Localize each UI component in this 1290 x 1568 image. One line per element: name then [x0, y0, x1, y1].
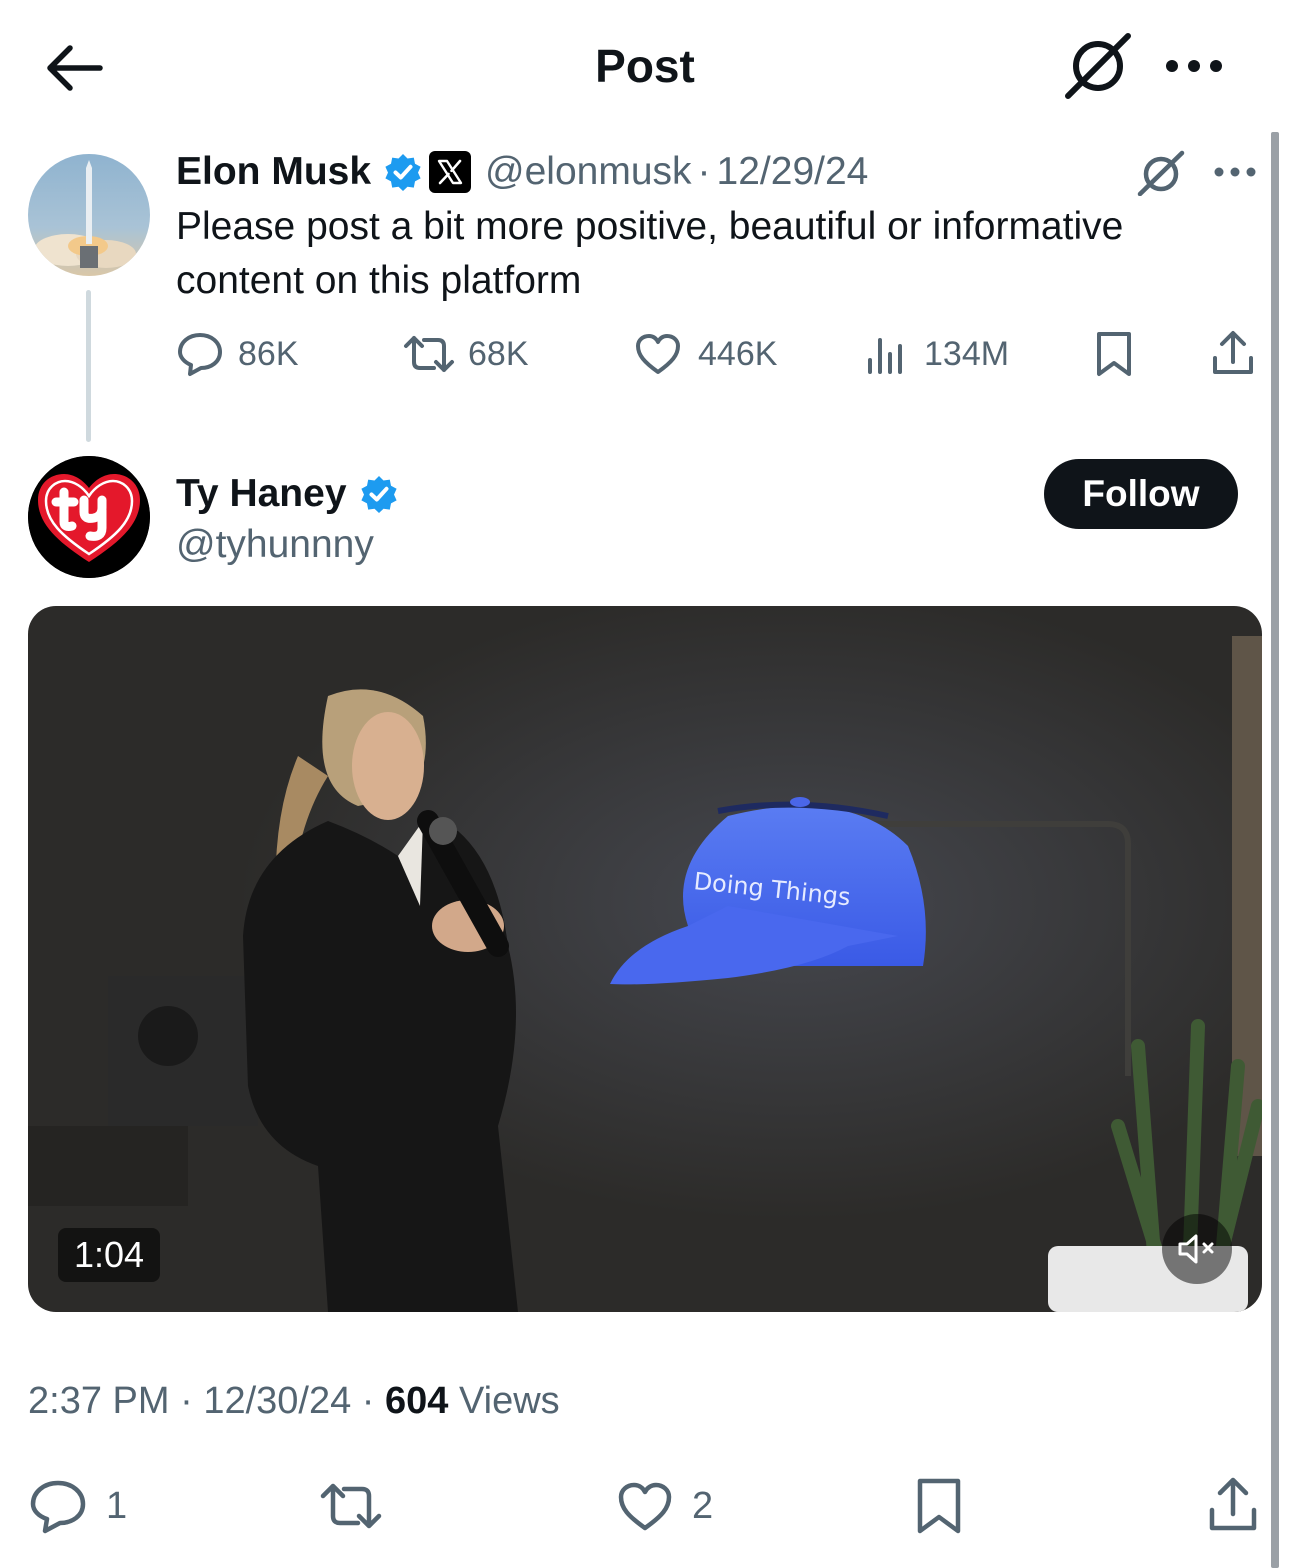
author-handle[interactable]: @tyhunnny [176, 520, 374, 570]
like-count: 2 [692, 1484, 714, 1527]
grok-icon [1137, 150, 1185, 196]
repost-count: 68K [468, 334, 529, 373]
follow-button[interactable]: Follow [1044, 459, 1238, 529]
post-time[interactable]: 2:37 PM [28, 1380, 170, 1422]
analytics-icon [868, 338, 902, 374]
repost-action[interactable] [318, 1480, 384, 1532]
share-icon [1213, 331, 1253, 374]
author-name[interactable]: Ty Haney [176, 472, 347, 516]
more-options-button[interactable] [1160, 44, 1228, 88]
verified-badge-icon [383, 152, 423, 192]
repost-action[interactable]: 68K [402, 330, 529, 378]
post-date[interactable]: 12/30/24 [203, 1380, 351, 1422]
share-button[interactable] [1210, 328, 1256, 378]
volume-muted-icon [1178, 1234, 1214, 1264]
like-action[interactable]: 446K [634, 330, 777, 378]
video-frame-image: Doing Things [28, 606, 1262, 1312]
verified-badge-icon [359, 474, 399, 514]
reply-count: 86K [238, 334, 299, 373]
separator-dot: · [697, 150, 711, 193]
more-horizontal-icon [1214, 167, 1256, 177]
bookmark-icon [917, 1478, 961, 1534]
share-icon [1209, 1477, 1257, 1531]
share-button[interactable] [1206, 1474, 1260, 1534]
avatar-ty-haney[interactable] [28, 456, 150, 578]
ty-heart-logo-avatar-image [28, 456, 150, 578]
author-name[interactable]: Elon Musk [176, 150, 371, 194]
main-post-header: Ty Haney [176, 468, 399, 520]
views-action[interactable]: 134M [864, 330, 1009, 378]
video-player[interactable]: Doing Things [28, 606, 1262, 1312]
grok-post-button[interactable] [1136, 150, 1186, 196]
grok-button[interactable] [1062, 32, 1134, 100]
reply-icon [30, 1480, 86, 1534]
reply-icon [178, 333, 222, 376]
repost-icon [320, 1483, 382, 1529]
like-action[interactable]: 2 [616, 1478, 713, 1534]
quoted-post-text: Please post a bit more positive, beautif… [176, 205, 1124, 302]
bookmark-button[interactable] [914, 1476, 964, 1536]
x-affiliate-badge [429, 151, 472, 193]
post-more-button[interactable] [1212, 160, 1258, 184]
reply-action[interactable]: 86K [176, 330, 299, 378]
separator-dot: · [361, 1380, 375, 1422]
bookmark-button[interactable] [1094, 330, 1134, 378]
scrollbar[interactable] [1271, 132, 1279, 1568]
heart-icon [636, 334, 680, 374]
views-count: 134M [924, 334, 1010, 373]
author-handle[interactable]: @elonmusk [485, 150, 692, 194]
quoted-post-header: Elon Musk @elonmusk · 12/29/24 [176, 146, 868, 198]
unmute-button[interactable] [1162, 1214, 1232, 1284]
thread-connector-line [86, 290, 91, 442]
x-logo-icon [437, 159, 463, 185]
repost-icon [404, 336, 454, 372]
more-horizontal-icon [1166, 60, 1222, 72]
views-count: 604 [385, 1380, 449, 1422]
post-timestamp-line: 2:37 PM · 12/30/24 · 604 Views [28, 1380, 560, 1423]
reply-count: 1 [106, 1484, 128, 1527]
heart-icon [618, 1482, 672, 1531]
grok-icon [1065, 33, 1131, 99]
avatar-elon-musk[interactable] [28, 154, 150, 276]
like-count: 446K [698, 334, 778, 373]
bookmark-icon [1097, 332, 1131, 376]
reply-action[interactable]: 1 [28, 1478, 127, 1534]
views-label: Views [458, 1380, 560, 1422]
rocket-launch-avatar-image [28, 154, 150, 276]
post-date[interactable]: 12/29/24 [717, 150, 869, 194]
separator-dot: · [180, 1380, 193, 1422]
video-duration-badge: 1:04 [58, 1228, 160, 1282]
